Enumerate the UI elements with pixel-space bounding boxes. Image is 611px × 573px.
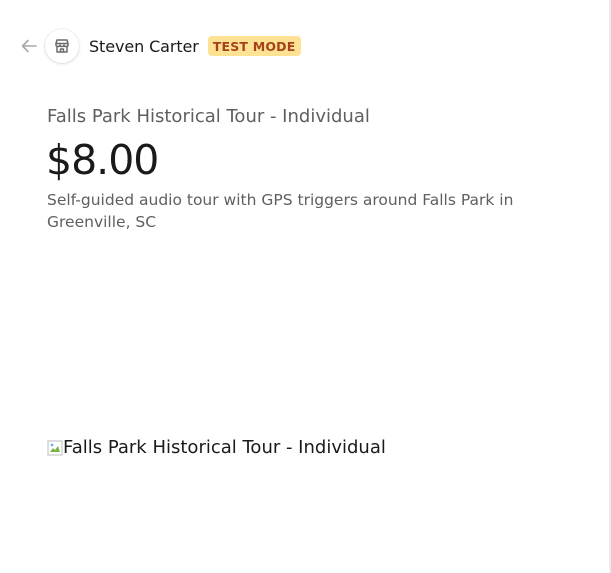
arrow-left-icon	[21, 39, 37, 53]
product-description: Self-guided audio tour with GPS triggers…	[47, 191, 514, 231]
product-price: $8.00	[46, 136, 159, 184]
broken-image-icon	[47, 440, 63, 456]
test-mode-badge: TEST MODE	[207, 36, 301, 56]
merchant-logo	[45, 29, 79, 63]
checkout-header: Steven Carter TEST MODE	[17, 28, 301, 64]
storefront-icon	[55, 39, 69, 53]
merchant-name: Steven Carter	[89, 36, 199, 56]
checkout-page: Steven Carter TEST MODE Falls Park Histo…	[0, 0, 611, 573]
product-image: Falls Park Historical Tour - Individual	[47, 437, 386, 458]
back-button[interactable]	[17, 34, 41, 58]
product-name: Falls Park Historical Tour - Individual	[47, 106, 370, 127]
product-image-alt-text: Falls Park Historical Tour - Individual	[63, 437, 386, 458]
